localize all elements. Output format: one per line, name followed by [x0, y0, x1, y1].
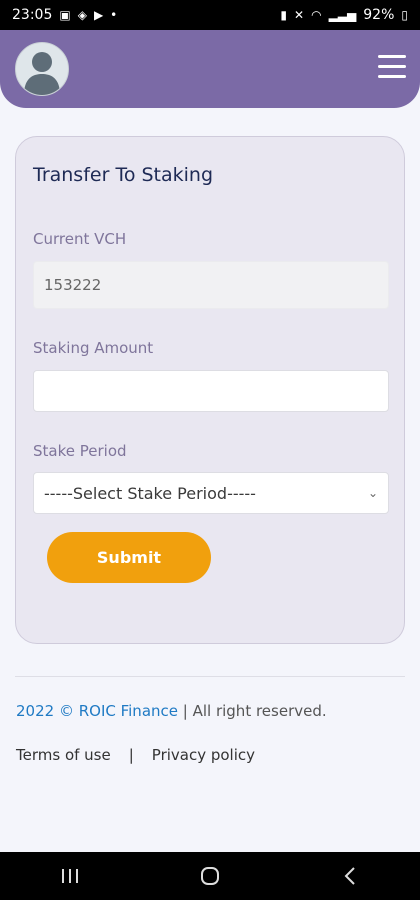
dot-notification-icon: •	[110, 8, 118, 22]
mute-icon: ✕	[294, 8, 305, 22]
footer-divider	[15, 676, 405, 677]
current-vch-field: 153222	[33, 261, 389, 309]
signal-icon: ▂▃▅	[328, 8, 357, 22]
privacy-policy-link[interactable]: Privacy policy	[152, 746, 255, 764]
submit-button[interactable]: Submit	[47, 532, 211, 583]
app-notification-icon: ◈	[77, 8, 87, 22]
android-nav-bar	[0, 852, 420, 900]
lock-icon: ▮	[280, 8, 288, 22]
status-bar-right: ▮ ✕ ◠ ▂▃▅ 92% ▯	[280, 7, 408, 23]
stake-period-select[interactable]: -----Select Stake Period----- ⌄	[33, 472, 389, 514]
battery-level: 92%	[363, 7, 395, 23]
home-icon[interactable]	[180, 856, 240, 896]
transfer-to-staking-card: Transfer To Staking Current VCH 153222 S…	[15, 136, 405, 644]
footer-copyright: 2022 © ROIC Finance | All right reserved…	[16, 702, 327, 720]
chevron-down-icon: ⌄	[367, 486, 378, 500]
battery-icon: ▯	[401, 8, 408, 22]
current-vch-label: Current VCH	[33, 230, 127, 248]
hamburger-menu-icon[interactable]	[378, 55, 406, 79]
wifi-icon: ◠	[311, 8, 322, 22]
back-icon[interactable]	[320, 856, 380, 896]
youtube-notification-icon: ▶	[93, 8, 104, 22]
gallery-notification-icon: ▣	[59, 8, 71, 22]
user-avatar-icon[interactable]	[15, 42, 69, 96]
status-bar: 23:05 ▣ ◈ ▶ • ▮ ✕ ◠ ▂▃▅ 92% ▯	[0, 0, 420, 30]
copyright-rest: | All right reserved.	[178, 702, 327, 720]
recent-apps-icon[interactable]	[40, 856, 100, 896]
staking-amount-input[interactable]	[33, 370, 389, 412]
stake-period-label: Stake Period	[33, 442, 127, 460]
stake-period-selected-value: -----Select Stake Period-----	[44, 483, 256, 503]
app-header	[0, 30, 420, 108]
footer-links: Terms of use | Privacy policy	[16, 746, 255, 764]
terms-of-use-link[interactable]: Terms of use	[16, 746, 111, 764]
footer-separator: |	[128, 746, 134, 764]
card-title: Transfer To Staking	[33, 164, 214, 186]
copyright-brand-link[interactable]: 2022 © ROIC Finance	[16, 702, 178, 720]
status-bar-left: 23:05 ▣ ◈ ▶ •	[12, 7, 117, 23]
staking-amount-label: Staking Amount	[33, 339, 154, 357]
status-time: 23:05	[12, 7, 53, 23]
